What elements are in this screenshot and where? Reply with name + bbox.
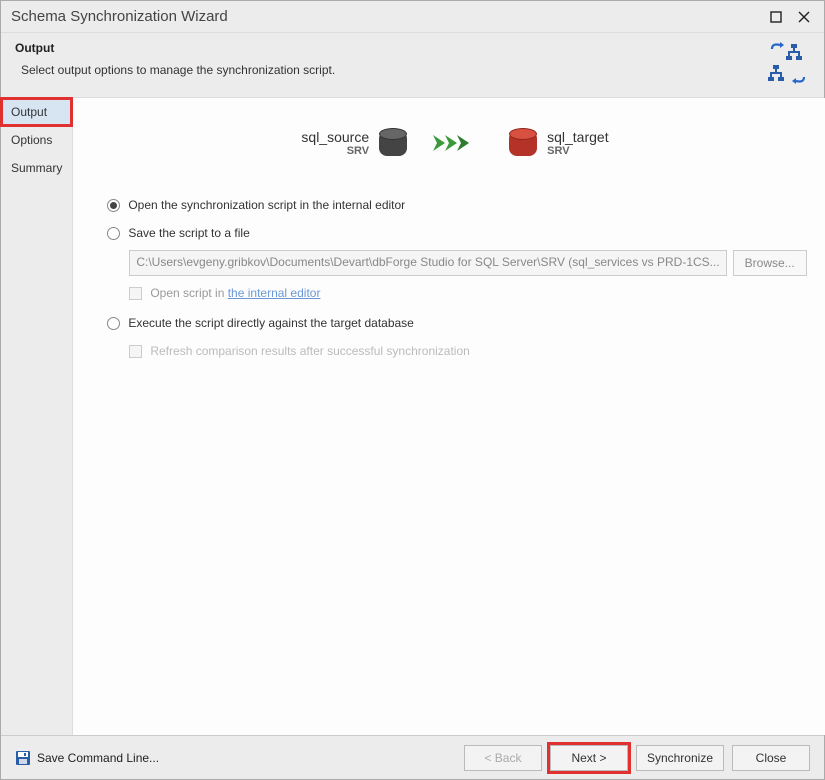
header-subtitle: Select output options to manage the sync… — [15, 63, 766, 77]
check-refresh-results: Refresh comparison results after success… — [129, 344, 806, 358]
wizard-footer: Save Command Line... < Back Next > Synch… — [1, 735, 824, 779]
save-command-line[interactable]: Save Command Line... — [15, 750, 456, 766]
check-open-script: Open script in the internal editor — [129, 286, 806, 300]
source-target-row: sql_source SRV — [103, 128, 806, 158]
wizard-main: sql_source SRV — [73, 98, 825, 735]
target-sub: SRV — [547, 145, 608, 157]
sidebar-item-output[interactable]: Output — [1, 98, 72, 126]
sidebar-item-options[interactable]: Options — [1, 126, 72, 154]
source-name: sql_source — [301, 129, 369, 145]
arrow-icon — [431, 133, 485, 153]
file-path-input[interactable]: C:\Users\evgeny.gribkov\Documents\Devart… — [129, 250, 726, 276]
radio-icon — [107, 317, 120, 330]
source-sub: SRV — [301, 145, 369, 157]
radio-icon — [107, 199, 120, 212]
close-window-button[interactable] — [790, 6, 818, 28]
target-block: sql_target SRV — [509, 128, 608, 158]
close-button[interactable]: Close — [732, 745, 810, 771]
title-bar: Schema Synchronization Wizard — [1, 1, 824, 33]
wizard-sidebar: Output Options Summary — [1, 98, 73, 735]
checkbox-icon — [129, 287, 142, 300]
sidebar-item-summary[interactable]: Summary — [1, 154, 72, 182]
synchronize-button[interactable]: Synchronize — [636, 745, 724, 771]
database-source-icon — [379, 128, 407, 158]
checkbox-icon — [129, 345, 142, 358]
back-button[interactable]: < Back — [464, 745, 542, 771]
radio-icon — [107, 227, 120, 240]
wizard-header: Output Select output options to manage t… — [1, 33, 824, 98]
sync-schema-icon — [766, 41, 810, 85]
target-name: sql_target — [547, 129, 608, 145]
database-target-icon — [509, 128, 537, 158]
output-options: Open the synchronization script in the i… — [103, 198, 806, 358]
radio-open-editor[interactable]: Open the synchronization script in the i… — [107, 198, 806, 212]
file-path-row: C:\Users\evgeny.gribkov\Documents\Devart… — [129, 250, 806, 276]
wizard-window: Schema Synchronization Wizard Output Sel… — [0, 0, 825, 780]
browse-button[interactable]: Browse... — [733, 250, 807, 276]
source-block: sql_source SRV — [301, 128, 407, 158]
window-title: Schema Synchronization Wizard — [11, 8, 762, 25]
next-button[interactable]: Next > — [550, 745, 628, 771]
wizard-body: Output Options Summary sql_source SRV — [1, 98, 824, 735]
save-icon — [15, 750, 31, 766]
internal-editor-link[interactable]: the internal editor — [228, 286, 321, 300]
radio-execute-target[interactable]: Execute the script directly against the … — [107, 316, 806, 330]
maximize-button[interactable] — [762, 6, 790, 28]
radio-save-file[interactable]: Save the script to a file — [107, 226, 806, 240]
header-title: Output — [15, 41, 766, 55]
